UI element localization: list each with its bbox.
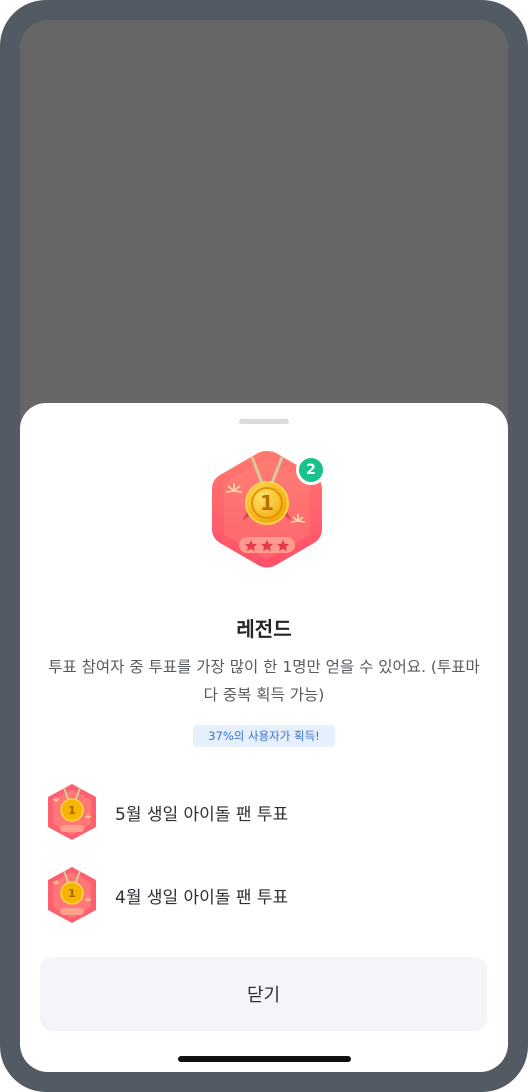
sheet-drag-handle[interactable] <box>239 419 289 424</box>
vote-title: 5월 생일 아이돌 팬 투표 <box>115 804 289 825</box>
vote-title: 4월 생일 아이돌 팬 투표 <box>115 887 289 908</box>
acquired-rate-chip: 37%의 사용자가 획득! <box>193 725 335 747</box>
legend-medal-icon: 1 <box>48 784 96 840</box>
svg-text:1: 1 <box>68 887 76 900</box>
vote-list-item[interactable]: 1 4월 생일 아이돌 팬 투표 <box>44 864 484 926</box>
svg-text:1: 1 <box>68 804 76 817</box>
badge-title: 레전드 <box>236 617 292 641</box>
svg-text:1: 1 <box>260 491 274 515</box>
vote-list-item[interactable]: 1 5월 생일 아이돌 팬 투표 <box>44 781 484 843</box>
bottom-sheet: 1 2 레전드 투표 참여자 중 투표를 가장 많이 한 1명만 얻을 수 있어… <box>20 403 508 1072</box>
badge-description: 투표 참여자 중 투표를 가장 많이 한 1명만 얻을 수 있어요. (투표마다… <box>48 658 480 704</box>
device-frame: 1 2 레전드 투표 참여자 중 투표를 가장 많이 한 1명만 얻을 수 있어… <box>0 0 528 1092</box>
dimmed-screen[interactable]: 1 2 레전드 투표 참여자 중 투표를 가장 많이 한 1명만 얻을 수 있어… <box>20 20 508 1072</box>
home-indicator[interactable] <box>178 1056 351 1062</box>
legend-medal-icon: 1 <box>48 867 96 923</box>
close-button[interactable]: 닫기 <box>40 957 487 1031</box>
badge-count: 2 <box>296 455 326 485</box>
